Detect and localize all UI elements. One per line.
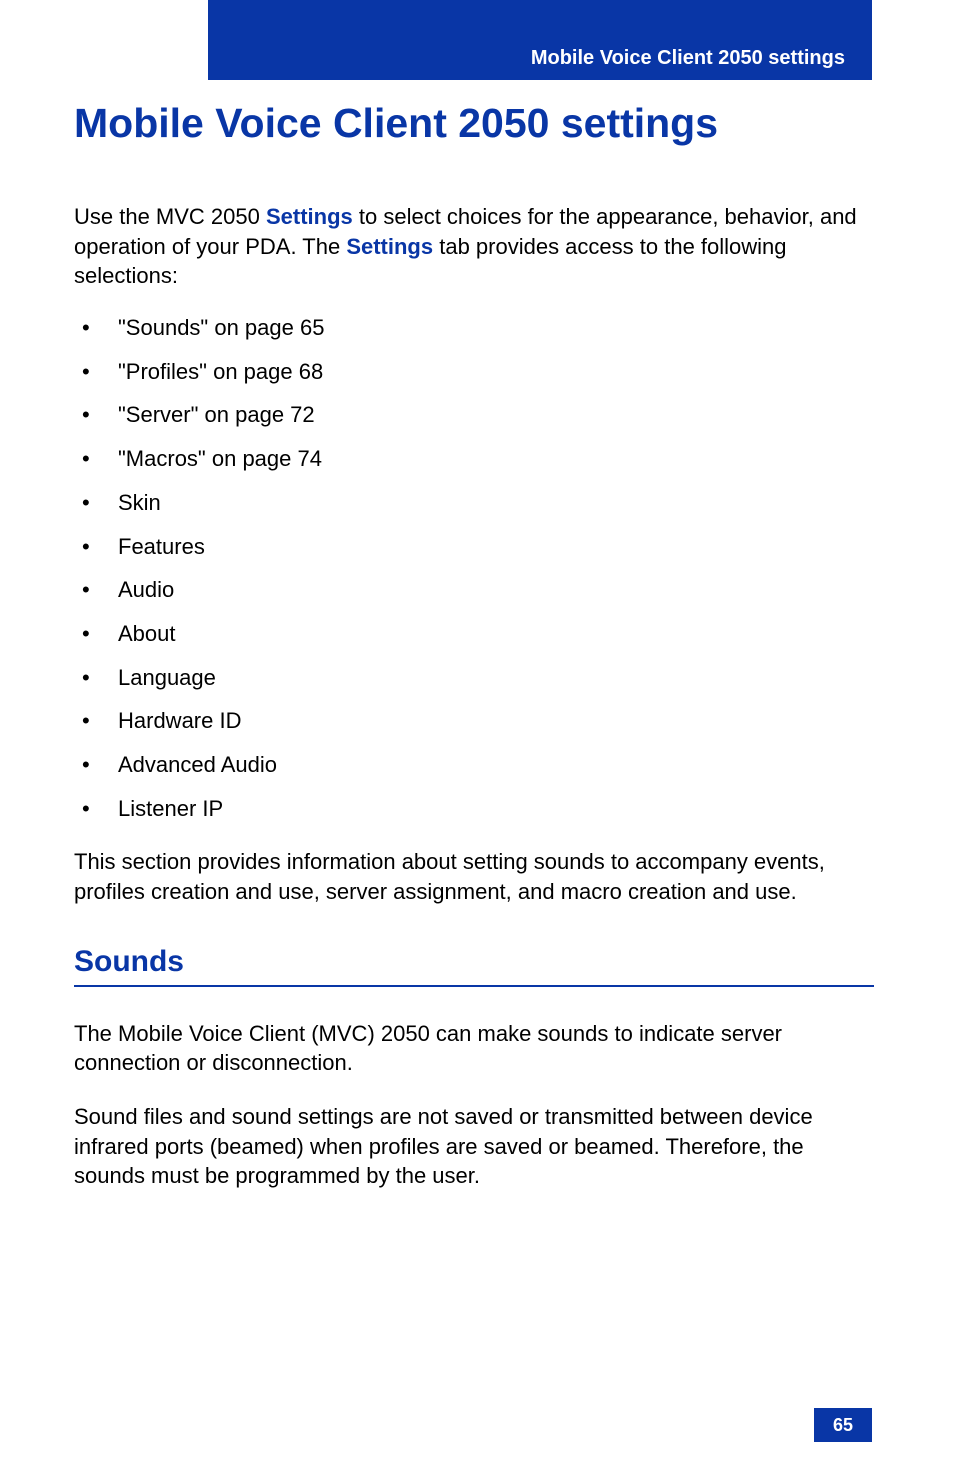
list-item: Listener IP [74,794,874,824]
sounds-heading: Sounds [74,945,874,987]
list-item: Features [74,532,874,562]
list-item: "Server" on page 72 [74,400,874,430]
list-item: "Profiles" on page 68 [74,357,874,387]
page-number: 65 [814,1408,872,1442]
page-content: Mobile Voice Client 2050 settings Use th… [74,100,874,1215]
list-item: Language [74,663,874,693]
list-item: Hardware ID [74,706,874,736]
settings-keyword-1: Settings [266,204,353,229]
page-number-text: 65 [833,1415,853,1436]
closing-paragraph: This section provides information about … [74,847,874,906]
list-item: About [74,619,874,649]
intro-paragraph: Use the MVC 2050 Settings to select choi… [74,202,874,291]
intro-text-1: Use the MVC 2050 [74,204,266,229]
page-header-title: Mobile Voice Client 2050 settings [531,47,845,70]
settings-keyword-2: Settings [346,234,433,259]
page-header-bar: Mobile Voice Client 2050 settings [208,0,872,80]
list-item: Advanced Audio [74,750,874,780]
main-title: Mobile Voice Client 2050 settings [74,100,874,147]
sounds-para-2: Sound files and sound settings are not s… [74,1102,874,1191]
list-item: "Macros" on page 74 [74,444,874,474]
list-item: Skin [74,488,874,518]
list-item: "Sounds" on page 65 [74,313,874,343]
sounds-para-1: The Mobile Voice Client (MVC) 2050 can m… [74,1019,874,1078]
list-item: Audio [74,575,874,605]
settings-list: "Sounds" on page 65 "Profiles" on page 6… [74,313,874,823]
